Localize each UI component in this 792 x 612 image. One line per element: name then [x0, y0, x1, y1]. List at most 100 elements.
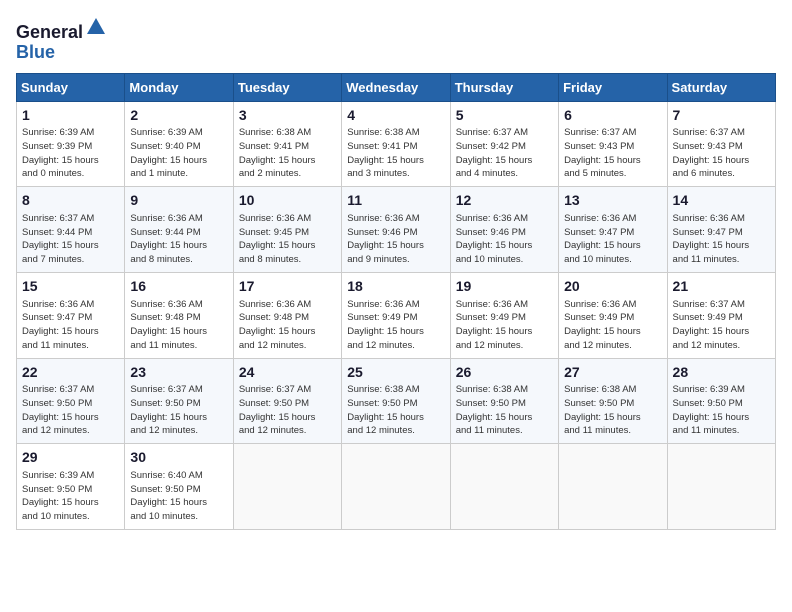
day-number: 6: [564, 106, 661, 126]
calendar-day-cell: 4Sunrise: 6:38 AMSunset: 9:41 PMDaylight…: [342, 101, 450, 187]
day-number: 13: [564, 191, 661, 211]
day-info: Sunrise: 6:39 AMSunset: 9:50 PMDaylight:…: [22, 469, 119, 524]
calendar-day-cell: 13Sunrise: 6:36 AMSunset: 9:47 PMDayligh…: [559, 187, 667, 273]
weekday-header-cell: Tuesday: [233, 73, 341, 101]
day-info: Sunrise: 6:37 AMSunset: 9:43 PMDaylight:…: [673, 126, 770, 181]
logo-icon: [85, 16, 107, 38]
calendar-day-cell: 7Sunrise: 6:37 AMSunset: 9:43 PMDaylight…: [667, 101, 775, 187]
calendar-day-cell: 3Sunrise: 6:38 AMSunset: 9:41 PMDaylight…: [233, 101, 341, 187]
calendar-day-cell: 1Sunrise: 6:39 AMSunset: 9:39 PMDaylight…: [17, 101, 125, 187]
day-number: 16: [130, 277, 227, 297]
calendar-day-cell: 27Sunrise: 6:38 AMSunset: 9:50 PMDayligh…: [559, 358, 667, 444]
day-number: 8: [22, 191, 119, 211]
day-number: 1: [22, 106, 119, 126]
calendar-day-cell: 29Sunrise: 6:39 AMSunset: 9:50 PMDayligh…: [17, 444, 125, 530]
calendar-week-row: 8Sunrise: 6:37 AMSunset: 9:44 PMDaylight…: [17, 187, 776, 273]
day-info: Sunrise: 6:39 AMSunset: 9:39 PMDaylight:…: [22, 126, 119, 181]
weekday-header-cell: Friday: [559, 73, 667, 101]
day-number: 10: [239, 191, 336, 211]
day-number: 2: [130, 106, 227, 126]
day-info: Sunrise: 6:40 AMSunset: 9:50 PMDaylight:…: [130, 469, 227, 524]
calendar-day-cell: [450, 444, 558, 530]
day-info: Sunrise: 6:37 AMSunset: 9:49 PMDaylight:…: [673, 298, 770, 353]
day-info: Sunrise: 6:36 AMSunset: 9:46 PMDaylight:…: [456, 212, 553, 267]
calendar-day-cell: 11Sunrise: 6:36 AMSunset: 9:46 PMDayligh…: [342, 187, 450, 273]
day-info: Sunrise: 6:36 AMSunset: 9:47 PMDaylight:…: [564, 212, 661, 267]
calendar-day-cell: [342, 444, 450, 530]
calendar-day-cell: 26Sunrise: 6:38 AMSunset: 9:50 PMDayligh…: [450, 358, 558, 444]
day-info: Sunrise: 6:36 AMSunset: 9:49 PMDaylight:…: [564, 298, 661, 353]
calendar-week-row: 15Sunrise: 6:36 AMSunset: 9:47 PMDayligh…: [17, 272, 776, 358]
day-info: Sunrise: 6:36 AMSunset: 9:48 PMDaylight:…: [130, 298, 227, 353]
day-number: 18: [347, 277, 444, 297]
day-number: 28: [673, 363, 770, 383]
day-number: 15: [22, 277, 119, 297]
day-number: 24: [239, 363, 336, 383]
calendar-day-cell: 12Sunrise: 6:36 AMSunset: 9:46 PMDayligh…: [450, 187, 558, 273]
day-info: Sunrise: 6:36 AMSunset: 9:48 PMDaylight:…: [239, 298, 336, 353]
day-info: Sunrise: 6:38 AMSunset: 9:41 PMDaylight:…: [347, 126, 444, 181]
day-info: Sunrise: 6:38 AMSunset: 9:50 PMDaylight:…: [456, 383, 553, 438]
calendar-week-row: 22Sunrise: 6:37 AMSunset: 9:50 PMDayligh…: [17, 358, 776, 444]
calendar-table: SundayMondayTuesdayWednesdayThursdayFrid…: [16, 73, 776, 530]
calendar-day-cell: 25Sunrise: 6:38 AMSunset: 9:50 PMDayligh…: [342, 358, 450, 444]
day-number: 5: [456, 106, 553, 126]
day-info: Sunrise: 6:37 AMSunset: 9:42 PMDaylight:…: [456, 126, 553, 181]
weekday-header-row: SundayMondayTuesdayWednesdayThursdayFrid…: [17, 73, 776, 101]
weekday-header-cell: Thursday: [450, 73, 558, 101]
calendar-day-cell: 5Sunrise: 6:37 AMSunset: 9:42 PMDaylight…: [450, 101, 558, 187]
calendar-day-cell: 14Sunrise: 6:36 AMSunset: 9:47 PMDayligh…: [667, 187, 775, 273]
calendar-day-cell: 30Sunrise: 6:40 AMSunset: 9:50 PMDayligh…: [125, 444, 233, 530]
weekday-header-cell: Wednesday: [342, 73, 450, 101]
day-info: Sunrise: 6:39 AMSunset: 9:40 PMDaylight:…: [130, 126, 227, 181]
calendar-body: 1Sunrise: 6:39 AMSunset: 9:39 PMDaylight…: [17, 101, 776, 529]
day-number: 21: [673, 277, 770, 297]
day-number: 29: [22, 448, 119, 468]
day-info: Sunrise: 6:36 AMSunset: 9:45 PMDaylight:…: [239, 212, 336, 267]
day-info: Sunrise: 6:36 AMSunset: 9:47 PMDaylight:…: [22, 298, 119, 353]
day-info: Sunrise: 6:36 AMSunset: 9:49 PMDaylight:…: [456, 298, 553, 353]
day-number: 11: [347, 191, 444, 211]
calendar-day-cell: 23Sunrise: 6:37 AMSunset: 9:50 PMDayligh…: [125, 358, 233, 444]
calendar-day-cell: 10Sunrise: 6:36 AMSunset: 9:45 PMDayligh…: [233, 187, 341, 273]
day-number: 12: [456, 191, 553, 211]
calendar-week-row: 1Sunrise: 6:39 AMSunset: 9:39 PMDaylight…: [17, 101, 776, 187]
calendar-day-cell: 15Sunrise: 6:36 AMSunset: 9:47 PMDayligh…: [17, 272, 125, 358]
day-number: 19: [456, 277, 553, 297]
calendar-day-cell: [559, 444, 667, 530]
day-info: Sunrise: 6:36 AMSunset: 9:44 PMDaylight:…: [130, 212, 227, 267]
calendar-week-row: 29Sunrise: 6:39 AMSunset: 9:50 PMDayligh…: [17, 444, 776, 530]
day-number: 9: [130, 191, 227, 211]
logo-general: General: [16, 22, 83, 42]
day-number: 17: [239, 277, 336, 297]
day-number: 25: [347, 363, 444, 383]
calendar-day-cell: [233, 444, 341, 530]
day-number: 26: [456, 363, 553, 383]
day-info: Sunrise: 6:37 AMSunset: 9:43 PMDaylight:…: [564, 126, 661, 181]
day-info: Sunrise: 6:37 AMSunset: 9:44 PMDaylight:…: [22, 212, 119, 267]
calendar-day-cell: 19Sunrise: 6:36 AMSunset: 9:49 PMDayligh…: [450, 272, 558, 358]
weekday-header-cell: Monday: [125, 73, 233, 101]
calendar-day-cell: 6Sunrise: 6:37 AMSunset: 9:43 PMDaylight…: [559, 101, 667, 187]
header: General Blue: [16, 16, 776, 63]
day-info: Sunrise: 6:38 AMSunset: 9:50 PMDaylight:…: [564, 383, 661, 438]
logo-blue: Blue: [16, 42, 55, 62]
day-number: 7: [673, 106, 770, 126]
day-info: Sunrise: 6:37 AMSunset: 9:50 PMDaylight:…: [239, 383, 336, 438]
calendar-day-cell: [667, 444, 775, 530]
calendar-day-cell: 21Sunrise: 6:37 AMSunset: 9:49 PMDayligh…: [667, 272, 775, 358]
calendar-day-cell: 28Sunrise: 6:39 AMSunset: 9:50 PMDayligh…: [667, 358, 775, 444]
day-info: Sunrise: 6:37 AMSunset: 9:50 PMDaylight:…: [130, 383, 227, 438]
day-number: 14: [673, 191, 770, 211]
calendar-day-cell: 16Sunrise: 6:36 AMSunset: 9:48 PMDayligh…: [125, 272, 233, 358]
calendar-day-cell: 24Sunrise: 6:37 AMSunset: 9:50 PMDayligh…: [233, 358, 341, 444]
calendar-day-cell: 18Sunrise: 6:36 AMSunset: 9:49 PMDayligh…: [342, 272, 450, 358]
day-number: 4: [347, 106, 444, 126]
day-info: Sunrise: 6:37 AMSunset: 9:50 PMDaylight:…: [22, 383, 119, 438]
day-number: 30: [130, 448, 227, 468]
day-number: 20: [564, 277, 661, 297]
calendar-day-cell: 17Sunrise: 6:36 AMSunset: 9:48 PMDayligh…: [233, 272, 341, 358]
day-info: Sunrise: 6:38 AMSunset: 9:41 PMDaylight:…: [239, 126, 336, 181]
weekday-header-cell: Saturday: [667, 73, 775, 101]
calendar-day-cell: 9Sunrise: 6:36 AMSunset: 9:44 PMDaylight…: [125, 187, 233, 273]
